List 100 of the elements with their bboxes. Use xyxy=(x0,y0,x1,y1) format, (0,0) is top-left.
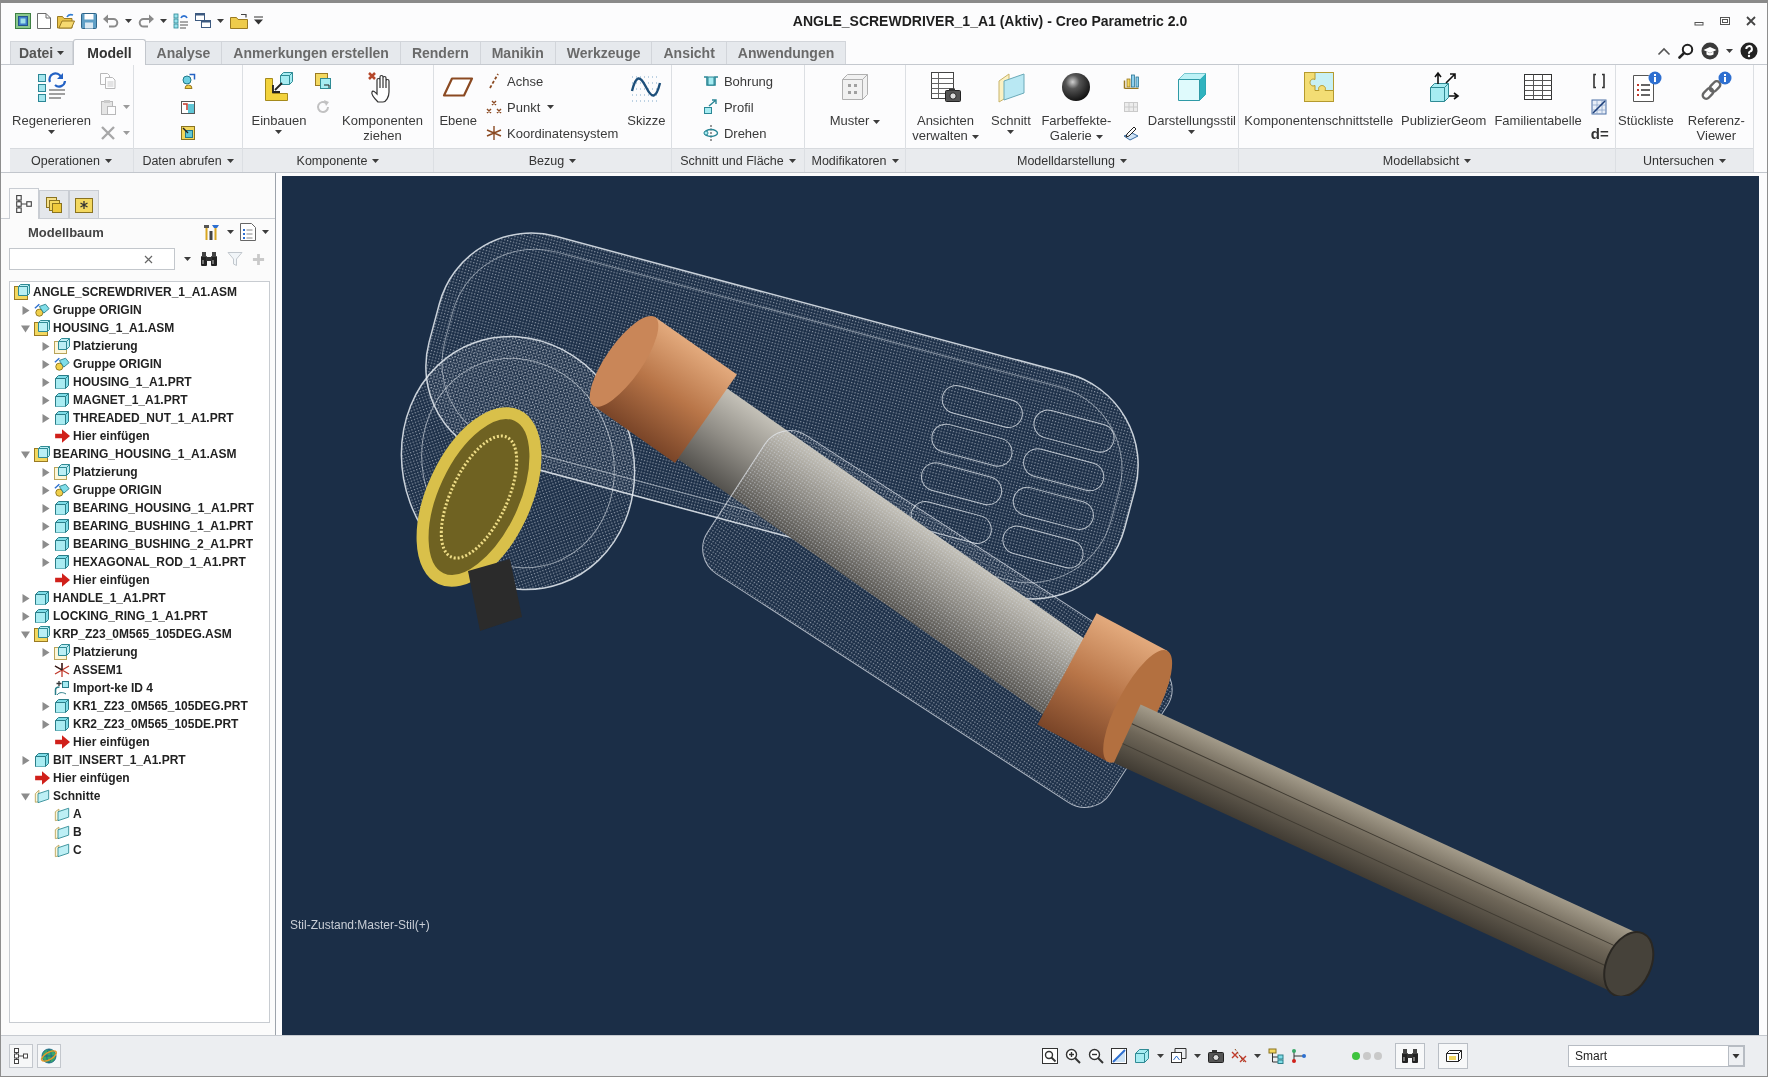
clear-icon[interactable] xyxy=(144,254,153,264)
ribbon-button[interactable]: PublizierGeom xyxy=(1400,68,1488,128)
new-file-icon[interactable] xyxy=(37,12,51,29)
open-folder-icon[interactable] xyxy=(57,12,75,29)
group-dropdown-button[interactable]: Schnitt und Fläche xyxy=(672,148,804,172)
tree-item-label[interactable]: B xyxy=(73,825,82,839)
collapsed-arrow-icon[interactable] xyxy=(40,341,50,351)
ribbon-button[interactable]: Familientabelle xyxy=(1493,68,1583,128)
group-dropdown-button[interactable]: Daten abrufen xyxy=(134,148,242,172)
close-icon[interactable] xyxy=(1745,14,1757,27)
tree-item-label[interactable]: HANDLE_1_A1.PRT xyxy=(53,591,166,605)
zoom-out-icon[interactable] xyxy=(1088,1048,1104,1064)
redo-icon[interactable] xyxy=(138,13,154,28)
collapsed-arrow-icon[interactable] xyxy=(20,305,30,315)
tree-item-label[interactable]: KR1_Z23_0M565_105DEG.PRT xyxy=(73,699,248,713)
zoom-fit-icon[interactable] xyxy=(1042,1048,1058,1064)
tree-item-label[interactable]: Gruppe ORIGIN xyxy=(73,483,162,497)
ribbon-button[interactable]: Komponentenschnittstelle xyxy=(1243,68,1395,128)
hierarchy-icon[interactable] xyxy=(1268,1048,1284,1064)
folder-icon[interactable] xyxy=(230,12,248,29)
collapsed-arrow-icon[interactable] xyxy=(40,521,50,531)
tree-item-label[interactable]: BIT_INSERT_1_A1.PRT xyxy=(53,753,186,767)
regenerate-icon[interactable] xyxy=(173,12,189,29)
ribbon-button[interactable]: Schnitt xyxy=(990,68,1032,136)
ribbon-tab[interactable]: Anwendungen xyxy=(726,41,847,64)
collapsed-arrow-icon[interactable] xyxy=(40,701,50,711)
caret-icon[interactable] xyxy=(217,18,224,23)
tree-item-label[interactable]: Platzierung xyxy=(73,645,138,659)
ribbon-button[interactable]: Farbeffekte-Galerie xyxy=(1037,68,1115,143)
group-dropdown-button[interactable]: Modifikatoren xyxy=(805,148,905,172)
ribbon-button[interactable]: Ebene xyxy=(438,68,478,128)
tree-item-label[interactable]: HEXAGONAL_ROD_1_A1.PRT xyxy=(73,555,246,569)
group-dropdown-button[interactable]: Operationen xyxy=(10,148,133,172)
tree-item-label[interactable]: BEARING_HOUSING_1_A1.PRT xyxy=(73,501,254,515)
app-logo-icon[interactable] xyxy=(15,12,31,29)
tree-item-label[interactable]: Platzierung xyxy=(73,339,138,353)
collapsed-arrow-icon[interactable] xyxy=(20,755,30,765)
save-icon[interactable] xyxy=(81,12,97,29)
caret-icon[interactable] xyxy=(1157,1054,1164,1058)
tools-icon[interactable] xyxy=(203,223,221,241)
collapsed-arrow-icon[interactable] xyxy=(40,503,50,513)
tree-item-label[interactable]: ASSEM1 xyxy=(73,663,123,677)
selection-filter-dropdown[interactable]: Smart xyxy=(1568,1045,1745,1067)
navigator-tab[interactable] xyxy=(9,188,39,219)
ribbon-button[interactable]: Stückliste xyxy=(1617,68,1675,128)
tree-item-label[interactable]: BEARING_BUSHING_1_A1.PRT xyxy=(73,519,254,533)
collapsed-arrow-icon[interactable] xyxy=(20,593,30,603)
collapsed-arrow-icon[interactable] xyxy=(40,359,50,369)
customize-toolbar-icon[interactable] xyxy=(254,16,263,25)
tree-item-label[interactable]: HOUSING_1_A1.ASM xyxy=(53,321,175,335)
collapsed-arrow-icon[interactable] xyxy=(40,485,50,495)
tree-item-label[interactable]: Hier einfügen xyxy=(73,735,150,749)
caret-icon[interactable] xyxy=(184,257,191,261)
navigator-tab[interactable] xyxy=(39,190,69,218)
search-field[interactable] xyxy=(9,248,175,270)
expanded-arrow-icon[interactable] xyxy=(20,323,30,333)
caret-icon[interactable] xyxy=(160,18,167,23)
tree-item-label[interactable]: BEARING_BUSHING_2_A1.PRT xyxy=(73,537,254,551)
datum-display-icon[interactable] xyxy=(1231,1048,1247,1064)
collapsed-arrow-icon[interactable] xyxy=(40,377,50,387)
tree-item-label[interactable]: A xyxy=(73,807,82,821)
ribbon-tab[interactable]: Rendern xyxy=(400,41,481,64)
collapsed-arrow-icon[interactable] xyxy=(40,719,50,729)
expanded-arrow-icon[interactable] xyxy=(20,449,30,459)
caret-icon[interactable] xyxy=(1726,49,1733,53)
collapsed-arrow-icon[interactable] xyxy=(40,539,50,549)
collapse-ribbon-icon[interactable] xyxy=(1657,46,1671,56)
tree-item-label[interactable]: ANGLE_SCREWDRIVER_1_A1.ASM xyxy=(33,285,238,299)
group-dropdown-button[interactable]: Modellabsicht xyxy=(1239,148,1615,172)
tree-item-label[interactable]: Gruppe ORIGIN xyxy=(53,303,142,317)
tree-item-label[interactable]: KRP_Z23_0M565_105DEG.ASM xyxy=(53,627,232,641)
help-icon[interactable] xyxy=(1740,42,1758,60)
ribbon-button[interactable]: Punkt xyxy=(484,94,621,120)
caret-icon[interactable] xyxy=(227,230,234,234)
group-dropdown-button[interactable]: Modelldarstellung xyxy=(906,148,1238,172)
caret-icon[interactable] xyxy=(1194,1054,1201,1058)
expanded-arrow-icon[interactable] xyxy=(20,791,30,801)
windows-icon[interactable] xyxy=(195,12,211,29)
tree-item-label[interactable]: C xyxy=(73,843,82,857)
navigator-tab[interactable] xyxy=(69,190,99,218)
tree-item-label[interactable]: MAGNET_1_A1.PRT xyxy=(73,393,188,407)
collapsed-arrow-icon[interactable] xyxy=(40,413,50,423)
tree-item-label[interactable]: THREADED_NUT_1_A1.PRT xyxy=(73,411,234,425)
ribbon-button[interactable]: Referenz-Viewer xyxy=(1680,68,1752,143)
camera-icon[interactable] xyxy=(1208,1048,1224,1064)
ribbon-tab[interactable]: Ansicht xyxy=(652,41,727,64)
ribbon-tab[interactable]: Manikin xyxy=(480,41,556,64)
expanded-arrow-icon[interactable] xyxy=(20,629,30,639)
collapsed-arrow-icon[interactable] xyxy=(40,557,50,567)
list-settings-icon[interactable] xyxy=(240,223,256,241)
display-style-icon[interactable] xyxy=(1134,1048,1150,1064)
ribbon-button[interactable]: Skizze xyxy=(626,68,667,128)
box-button[interactable] xyxy=(1438,1043,1468,1069)
ribbon-button[interactable]: Achse xyxy=(484,68,621,94)
binoculars-icon[interactable] xyxy=(200,251,218,267)
tree-item-label[interactable]: KR2_Z23_0M565_105DE.PRT xyxy=(73,717,239,731)
collapsed-arrow-icon[interactable] xyxy=(40,467,50,477)
graduation-cap-icon[interactable] xyxy=(1701,42,1719,60)
file-menu-tab[interactable]: Datei xyxy=(10,41,74,64)
saved-views-icon[interactable] xyxy=(1171,1048,1187,1064)
